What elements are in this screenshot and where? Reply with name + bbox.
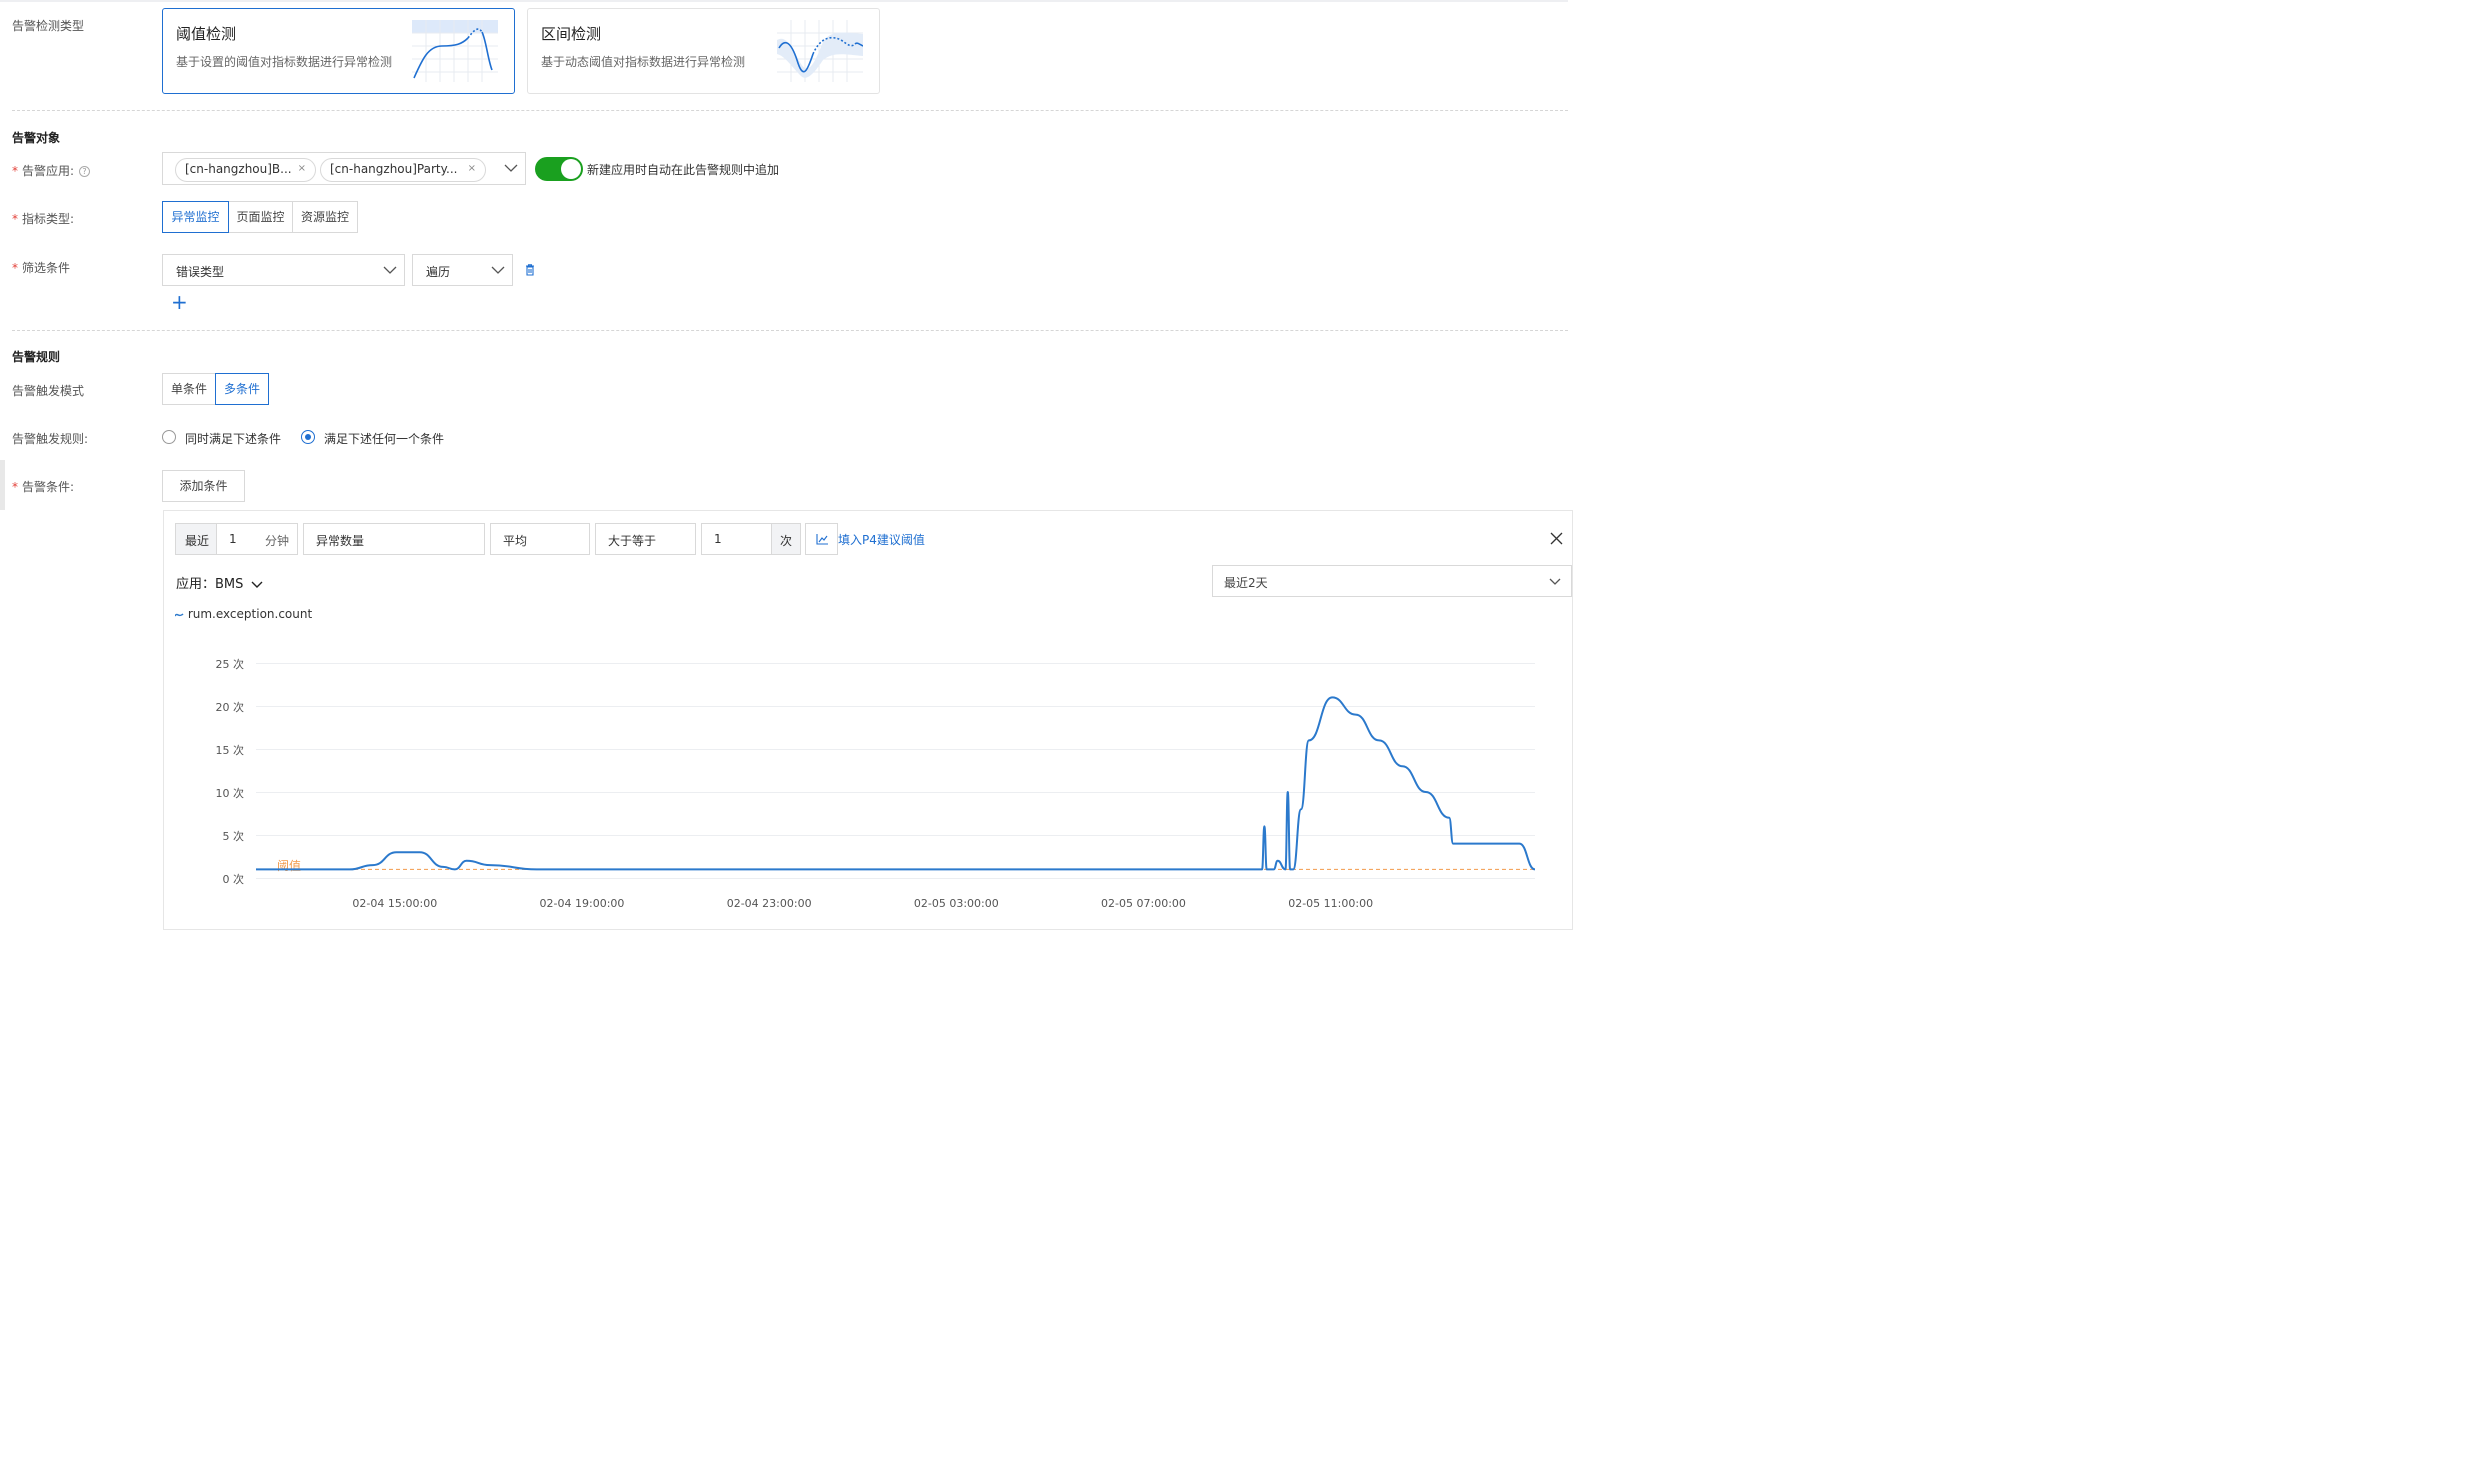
chart-plot [256, 696, 1536, 871]
series-line [256, 696, 1536, 871]
metric-type-exception[interactable]: 异常监控 [162, 201, 229, 233]
mode-multi[interactable]: 多条件 [215, 373, 269, 405]
